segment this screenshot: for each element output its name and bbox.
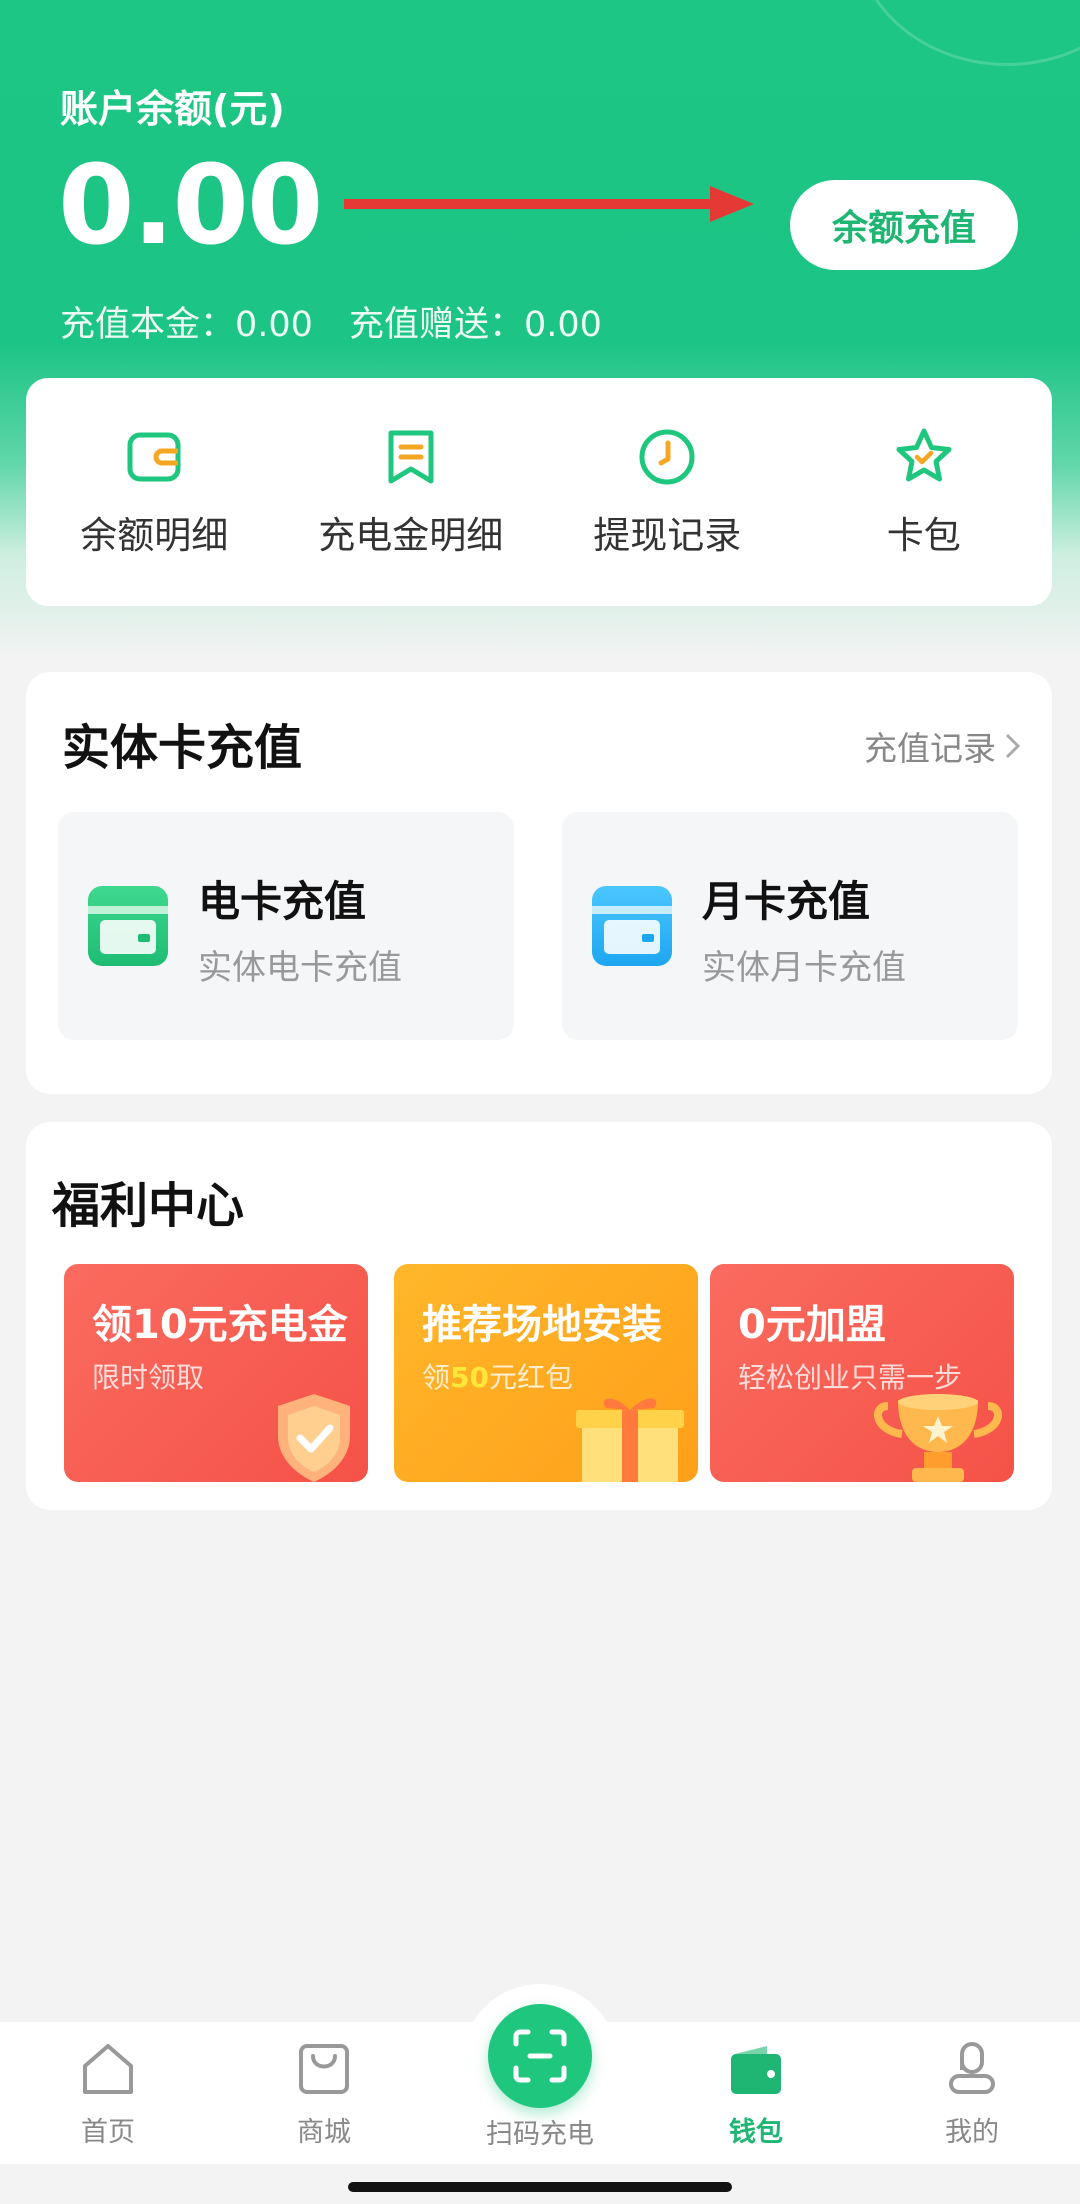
scan-icon [513,2029,567,2083]
promo-subtitle: 限时领取 [92,1361,205,1394]
tile-title: 月卡充值 [702,877,871,926]
bookmark-list-icon [388,430,434,484]
quick-action-label: 提现记录 [593,514,742,557]
blue-card-icon [592,886,672,966]
tab-label: 我的 [945,2117,999,2148]
home-indicator[interactable] [348,2182,732,2192]
tab-mall[interactable]: 商城 [216,2022,432,2149]
electric-card-recharge-tile[interactable]: 电卡充值 实体电卡充值 [58,812,514,1040]
tab-wallet[interactable]: 钱包 [648,2022,864,2149]
scan-charge-label[interactable]: 扫码充电 [440,2112,640,2151]
red-arrow-annotation [344,186,754,222]
promo-subtitle: 领50元红包 [422,1361,573,1394]
principal-label: 充值本金：0.00 [60,305,313,345]
wallet-icon [127,432,181,482]
shopping-bag-icon [299,2044,349,2094]
balance-label: 账户余额(元) [60,87,285,131]
monthly-card-recharge-tile[interactable]: 月卡充值 实体月卡充值 [562,812,1018,1040]
profile-icon [949,2042,995,2094]
promo-title: 推荐场地安装 [422,1302,662,1348]
promo-franchise[interactable]: 0元加盟 轻松创业只需一步 [710,1264,1014,1482]
scan-charge-button[interactable] [488,2004,592,2108]
tab-label: 钱包 [729,2117,783,2148]
gift-box-icon [576,1398,684,1482]
tile-subtitle: 实体电卡充值 [198,948,402,988]
recharge-record-label: 充值记录 [864,729,996,768]
physical-card-section: 实体卡充值 充值记录 电卡充值 实体电卡充值 月卡充值 实体月卡充值 [26,672,1052,1094]
quick-action-balance-detail[interactable]: 余额明细 [34,425,274,559]
shield-check-icon [278,1394,350,1482]
clock-icon [639,429,695,485]
tile-subtitle: 实体月卡充值 [702,948,906,988]
green-card-icon [88,886,168,966]
wallet-icon [731,2046,781,2094]
recharge-record-link[interactable]: 充值记录 [864,722,1024,770]
chevron-right-icon [1005,733,1021,759]
trophy-icon [874,1394,1002,1482]
quick-action-label: 余额明细 [80,514,229,557]
welfare-center-section: 福利中心 领10元充电金 限时领取 推荐场地安装 领50元红包 0元加盟 轻松创… [26,1122,1052,1510]
tile-title: 电卡充值 [198,877,367,926]
quick-action-label: 充电金明细 [318,514,504,557]
quick-action-withdraw-record[interactable]: 提现记录 [547,425,787,559]
promo-site-install[interactable]: 推荐场地安装 领50元红包 [394,1264,698,1482]
quick-action-charge-fund-detail[interactable]: 充电金明细 [291,425,531,559]
tab-label: 首页 [81,2117,135,2148]
home-icon [83,2044,133,2094]
promo-charge-fund[interactable]: 领10元充电金 限时领取 [64,1264,368,1482]
quick-action-card-pack[interactable]: 卡包 [804,425,1044,559]
tab-home[interactable]: 首页 [0,2022,216,2149]
section-title: 福利中心 [52,1178,245,1234]
balance-breakdown: 充值本金：0.00 充值赠送：0.00 [60,296,602,347]
promo-title: 领10元充电金 [92,1302,348,1348]
tab-profile[interactable]: 我的 [864,2022,1080,2149]
quick-action-label: 卡包 [886,514,961,557]
quick-actions-card: 余额明细 充电金明细 提现记录 卡包 [26,378,1052,606]
star-icon [896,428,952,482]
balance-recharge-button[interactable]: 余额充值 [790,180,1018,270]
tab-label: 商城 [297,2117,351,2148]
promo-title: 0元加盟 [738,1302,886,1348]
section-title: 实体卡充值 [62,720,303,776]
balance-amount: 0.00 [58,141,323,269]
bonus-label: 充值赠送：0.00 [348,305,602,345]
